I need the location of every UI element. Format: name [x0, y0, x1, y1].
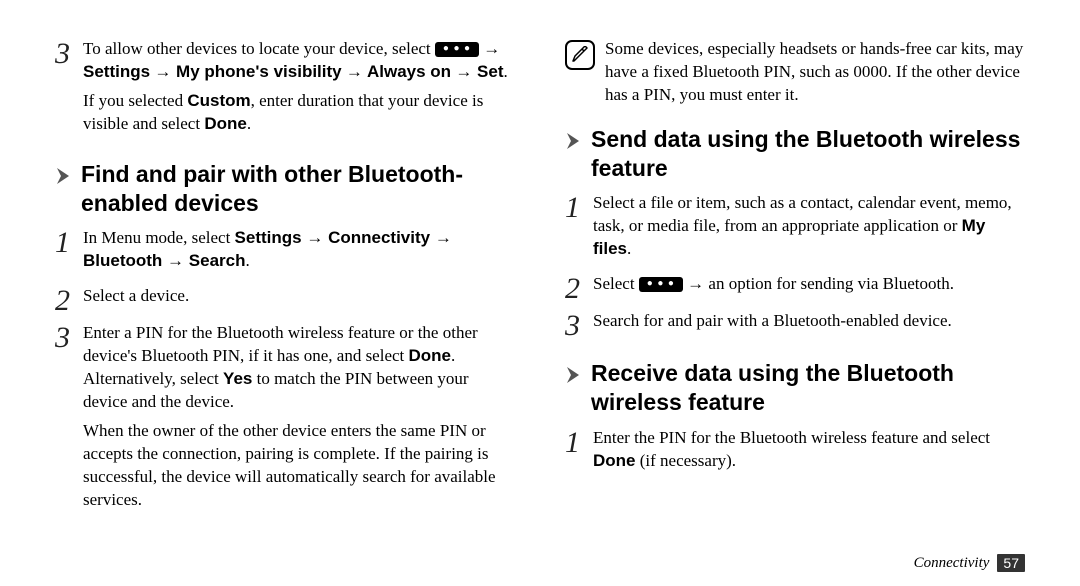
text: In Menu mode, select	[83, 228, 235, 247]
period: .	[504, 62, 508, 81]
send-step-2: 2 Select ● ● ● → an option for sending v…	[565, 273, 1025, 304]
menu-dots-icon: ● ● ●	[435, 42, 479, 57]
text: To allow other devices to locate your de…	[83, 39, 435, 58]
text: Select a device.	[83, 285, 515, 308]
footer-section: Connectivity	[914, 555, 990, 572]
section-title: Find and pair with other Bluetooth-enabl…	[81, 160, 515, 218]
step-body: Select a file or item, such as a contact…	[593, 192, 1025, 267]
arrow: →	[430, 228, 452, 247]
path-arrow: →	[455, 62, 477, 81]
text: If you selected	[83, 91, 187, 110]
bold: Connectivity	[328, 228, 430, 247]
text: When the owner of the other device enter…	[83, 420, 515, 512]
step-2-select-device: 2 Select a device.	[55, 285, 515, 316]
step-number: 3	[55, 38, 83, 142]
step-number: 2	[565, 273, 593, 304]
bold: Done	[593, 451, 636, 470]
step-number: 1	[565, 192, 593, 267]
path-settings: Settings	[83, 62, 150, 81]
note-icon	[565, 40, 595, 70]
section-title: Send data using the Bluetooth wireless f…	[591, 125, 1025, 183]
bold: Done	[204, 114, 247, 133]
recv-step-1: 1 Enter the PIN for the Bluetooth wirele…	[565, 427, 1025, 479]
bold: Settings	[235, 228, 302, 247]
step-number: 3	[565, 310, 593, 341]
text: .	[247, 114, 251, 133]
text: → an option for sending via Bluetooth.	[687, 274, 954, 293]
path-visibility: My phone's visibility	[176, 62, 342, 81]
right-column: Some devices, especially headsets or han…	[565, 38, 1025, 524]
step-body: In Menu mode, select Settings → Connecti…	[83, 227, 515, 279]
path-set: Set	[477, 62, 503, 81]
note-text: Some devices, especially headsets or han…	[605, 38, 1025, 107]
path-always-on: Always on	[367, 62, 451, 81]
section-find-pair: Find and pair with other Bluetooth-enabl…	[55, 160, 515, 218]
path-arrow: →	[154, 62, 176, 81]
page-footer: Connectivity 57	[914, 554, 1025, 572]
text: Select	[593, 274, 639, 293]
step-3-visibility: 3 To allow other devices to locate your …	[55, 38, 515, 142]
chevron-icon	[565, 359, 591, 384]
step-number: 1	[55, 227, 83, 279]
chevron-icon	[55, 160, 81, 185]
text: Select a file or item, such as a contact…	[593, 193, 1012, 235]
bold: Custom	[187, 91, 250, 110]
text: .	[627, 239, 631, 258]
note-box: Some devices, especially headsets or han…	[565, 38, 1025, 107]
bold: Done	[409, 346, 452, 365]
text: .	[245, 251, 249, 270]
page-number: 57	[997, 554, 1025, 572]
path-arrow: →	[346, 62, 367, 81]
bold: Bluetooth	[83, 251, 162, 270]
left-column: 3 To allow other devices to locate your …	[55, 38, 515, 524]
bold: Search	[189, 251, 246, 270]
path-arrow: →	[483, 39, 500, 58]
step-number: 1	[565, 427, 593, 479]
text: Enter the PIN for the Bluetooth wireless…	[593, 428, 990, 447]
step-body: Enter the PIN for the Bluetooth wireless…	[593, 427, 1025, 479]
two-column-layout: 3 To allow other devices to locate your …	[55, 38, 1025, 524]
section-receive-data: Receive data using the Bluetooth wireles…	[565, 359, 1025, 417]
section-send-data: Send data using the Bluetooth wireless f…	[565, 125, 1025, 183]
chevron-icon	[565, 125, 591, 150]
section-title: Receive data using the Bluetooth wireles…	[591, 359, 1025, 417]
send-step-1: 1 Select a file or item, such as a conta…	[565, 192, 1025, 267]
menu-dots-icon: ● ● ●	[639, 277, 683, 292]
step-number: 2	[55, 285, 83, 316]
step-body: To allow other devices to locate your de…	[83, 38, 515, 142]
step-3-enter-pin: 3 Enter a PIN for the Bluetooth wireless…	[55, 322, 515, 518]
arrow: →	[302, 228, 328, 247]
step-number: 3	[55, 322, 83, 518]
step-body: Select a device.	[83, 285, 515, 316]
step-1-menu: 1 In Menu mode, select Settings → Connec…	[55, 227, 515, 279]
text: (if necessary).	[636, 451, 737, 470]
step-body: Search for and pair with a Bluetooth-ena…	[593, 310, 1025, 341]
text: Search for and pair with a Bluetooth-ena…	[593, 310, 1025, 333]
bold: Yes	[223, 369, 252, 388]
send-step-3: 3 Search for and pair with a Bluetooth-e…	[565, 310, 1025, 341]
step-body: Enter a PIN for the Bluetooth wireless f…	[83, 322, 515, 518]
arrow: →	[162, 251, 188, 270]
step-body: Select ● ● ● → an option for sending via…	[593, 273, 1025, 304]
